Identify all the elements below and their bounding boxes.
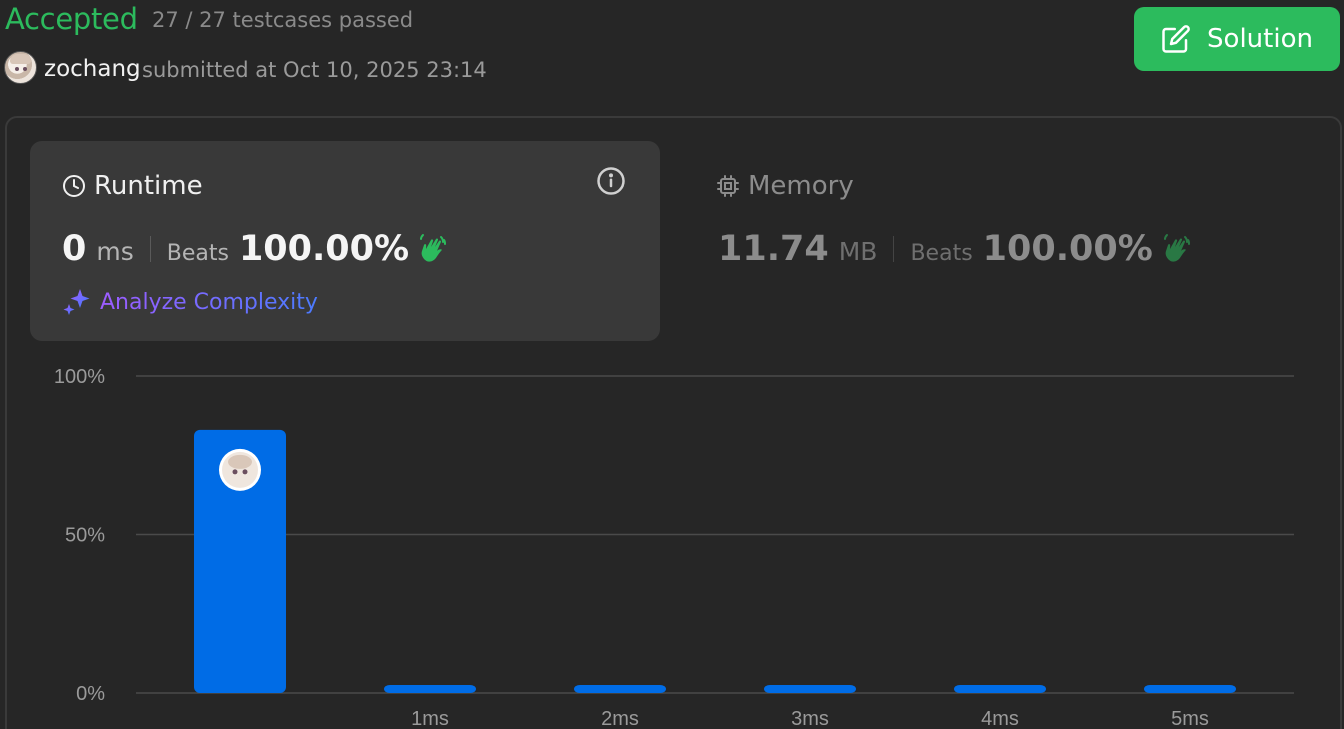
- submission-result-page: Accepted 27 / 27 testcases passed zochan…: [0, 0, 1344, 729]
- clap-icon: [1163, 234, 1190, 262]
- username-link[interactable]: zochang: [44, 56, 141, 82]
- memory-title-label: Memory: [748, 171, 854, 201]
- runtime-unit: ms: [96, 237, 134, 266]
- solution-button-label: Solution: [1207, 24, 1313, 54]
- runtime-title-label: Runtime: [94, 171, 203, 201]
- runtime-card[interactable]: Runtime 0 ms Beats 100.00% Analyze Compl…: [30, 141, 660, 341]
- testcases-summary: 27 / 27 testcases passed: [152, 8, 414, 32]
- divider: [149, 236, 151, 262]
- submission-status: Accepted: [5, 2, 138, 36]
- clock-icon: [63, 175, 85, 197]
- runtime-title: Runtime: [62, 171, 203, 201]
- memory-metric-row: 11.74 MB Beats 100.00%: [718, 229, 1193, 269]
- clap-icon: [420, 234, 447, 262]
- solution-button[interactable]: Solution: [1134, 7, 1340, 71]
- memory-beats-value: 100.00%: [982, 229, 1153, 269]
- info-icon[interactable]: [596, 166, 626, 196]
- memory-value: 11.74: [718, 229, 829, 269]
- chip-icon: [717, 175, 739, 197]
- memory-beats-label: Beats: [910, 241, 973, 266]
- runtime-beats-value: 100.00%: [238, 229, 410, 269]
- runtime-value: 0: [62, 229, 87, 269]
- runtime-beats-label: Beats: [166, 241, 229, 266]
- sparkle-icon: [63, 289, 90, 315]
- memory-unit: MB: [838, 237, 878, 266]
- divider: [893, 236, 895, 262]
- runtime-metric-row: 0 ms Beats 100.00%: [62, 229, 449, 269]
- user-avatar[interactable]: [4, 51, 37, 84]
- edit-icon: [1162, 25, 1190, 53]
- analyze-complexity-link[interactable]: Analyze Complexity: [62, 287, 318, 317]
- memory-tab[interactable]: Memory: [716, 171, 854, 201]
- analyze-complexity-label: Analyze Complexity: [100, 289, 318, 315]
- submission-time: submitted at Oct 10, 2025 23:14: [142, 58, 487, 82]
